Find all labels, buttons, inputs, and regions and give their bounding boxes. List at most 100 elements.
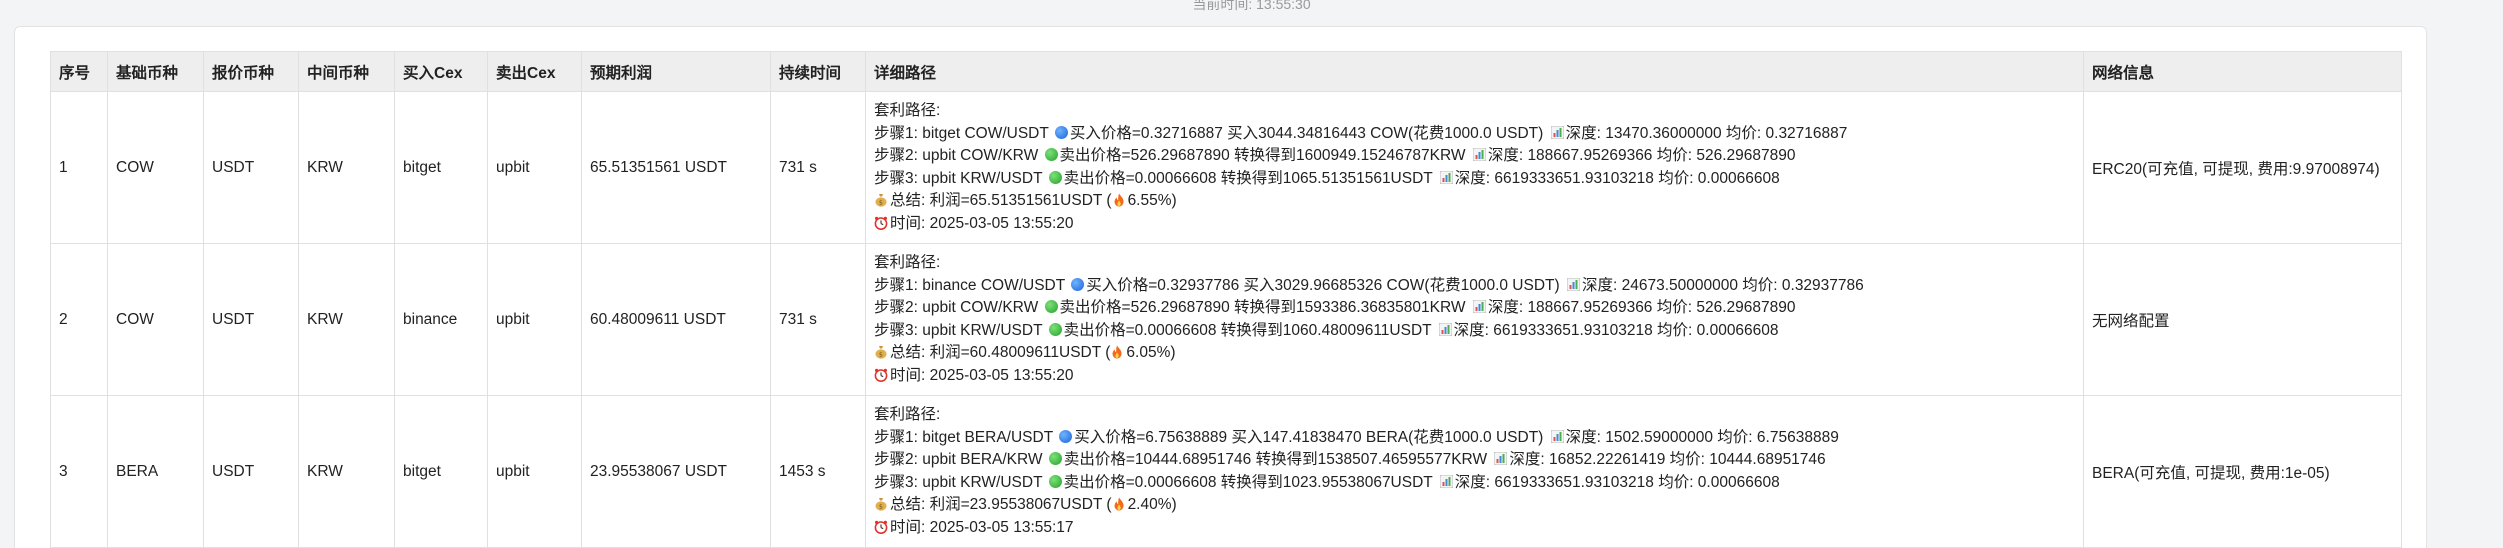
- col-header-middle[interactable]: 中间币种: [298, 51, 395, 92]
- cell-network: ERC20(可充值, 可提现, 费用:9.97008974): [2083, 91, 2402, 244]
- arbitrage-table: 序号 基础币种 报价币种 中间币种 买入Cex 卖出Cex 预期利润 持续时间 …: [50, 51, 2402, 548]
- col-header-duration[interactable]: 持续时间: [770, 51, 866, 92]
- time-text: 时间: 2025-03-05 13:55:17: [890, 518, 1074, 536]
- green-circle-icon: [1048, 452, 1062, 465]
- results-panel: 序号 基础币种 报价币种 中间币种 买入Cex 卖出Cex 预期利润 持续时间 …: [14, 26, 2427, 548]
- cell-profit: 23.95538067 USDT: [581, 395, 771, 548]
- cell-network: 无网络配置: [2083, 243, 2402, 396]
- col-header-index[interactable]: 序号: [50, 51, 108, 92]
- money-bag-icon: $: [875, 498, 887, 511]
- page: 当前时间: 13:55:30 序号 基础币种 报价币种 中间币种 买入Cex 卖…: [0, 0, 2503, 548]
- step-prefix: 步骤3: upbit KRW/USDT: [874, 169, 1047, 187]
- summary-pct: 6.55%): [1127, 192, 1177, 209]
- step-action: 买入价格=0.32716887 买入3044.34816443 COW(花费10…: [1069, 124, 1548, 142]
- path-summary: $ 总结: 利润=65.51351561USDT ( 6.55%): [874, 190, 2075, 213]
- time-text: 时间: 2025-03-05 13:55:20: [890, 214, 1074, 232]
- fire-icon: [1114, 193, 1124, 207]
- path-step-3: 步骤3: upbit KRW/USDT 卖出价格=0.00066608 转换得到…: [874, 168, 2075, 191]
- cell-middle: KRW: [298, 243, 395, 396]
- table-header-row: 序号 基础币种 报价币种 中间币种 买入Cex 卖出Cex 预期利润 持续时间 …: [50, 51, 2402, 92]
- step-action: 卖出价格=526.29687890 转换得到1593386.36835801KR…: [1059, 299, 1470, 316]
- path-step-2: 步骤2: upbit BERA/KRW 卖出价格=10444.68951746 …: [874, 449, 2075, 472]
- path-title: 套利路径:: [874, 102, 941, 119]
- cell-sell-cex: upbit: [487, 243, 582, 396]
- step-action: 卖出价格=0.00066608 转换得到1023.95538067USDT: [1063, 473, 1437, 491]
- step-action: 卖出价格=0.00066608 转换得到1060.48009611USDT: [1063, 321, 1436, 339]
- summary-text: 总结: 利润=60.48009611USDT (: [890, 344, 1111, 361]
- cell-base: COW: [107, 243, 204, 396]
- path-summary: $ 总结: 利润=60.48009611USDT (6.05%): [874, 342, 2075, 365]
- bar-chart-icon: [1550, 125, 1564, 139]
- summary-text: 总结: 利润=23.95538067USDT (: [890, 496, 1112, 513]
- path-step-3: 步骤3: upbit KRW/USDT 卖出价格=0.00066608 转换得到…: [874, 472, 2075, 495]
- bar-chart-icon: [1439, 170, 1453, 184]
- cell-duration: 731 s: [770, 243, 866, 396]
- cell-path: 套利路径: 步骤1: bitget BERA/USDT 买入价格=6.75638…: [865, 395, 2084, 548]
- step-prefix: 步骤2: upbit BERA/KRW: [874, 451, 1047, 468]
- bar-chart-icon: [1566, 277, 1580, 291]
- green-circle-icon: [1048, 170, 1062, 184]
- path-step-1: 步骤1: binance COW/USDT 买入价格=0.32937786 买入…: [874, 275, 2075, 298]
- green-circle-icon: [1048, 474, 1062, 488]
- alarm-clock-icon: [874, 216, 888, 230]
- money-bag-icon: $: [875, 194, 887, 207]
- col-header-path[interactable]: 详细路径: [865, 51, 2084, 92]
- path-summary: $ 总结: 利润=23.95538067USDT (2.40%): [874, 494, 2075, 517]
- step-prefix: 步骤3: upbit KRW/USDT: [874, 321, 1047, 339]
- path-step-2: 步骤2: upbit COW/KRW 卖出价格=526.29687890 转换得…: [874, 297, 2075, 320]
- bar-chart-icon: [1494, 452, 1508, 465]
- cell-base: COW: [107, 91, 204, 244]
- blue-circle-icon: [1054, 125, 1068, 139]
- step-depth: 深度: 6619333651.93103218 均价: 0.00066608: [1453, 321, 1779, 339]
- col-header-base[interactable]: 基础币种: [107, 51, 204, 92]
- cell-base: BERA: [107, 395, 204, 548]
- path-title: 套利路径:: [874, 406, 941, 423]
- step-prefix: 步骤1: bitget BERA/USDT: [874, 428, 1058, 446]
- bar-chart-icon: [1550, 429, 1564, 443]
- cell-duration: 1453 s: [770, 395, 866, 548]
- bar-chart-icon: [1438, 322, 1452, 336]
- cell-quote: USDT: [203, 395, 299, 548]
- green-circle-icon: [1044, 148, 1058, 161]
- step-action: 卖出价格=10444.68951746 转换得到1538507.46595577…: [1063, 451, 1492, 468]
- path-time: 时间: 2025-03-05 13:55:20: [874, 365, 2075, 388]
- bar-chart-icon: [1439, 474, 1453, 488]
- cell-index: 2: [50, 243, 108, 396]
- path-step-3: 步骤3: upbit KRW/USDT 卖出价格=0.00066608 转换得到…: [874, 320, 2075, 343]
- cell-middle: KRW: [298, 395, 395, 548]
- summary-pct: 6.05%): [1126, 344, 1176, 361]
- col-header-buy-cex[interactable]: 买入Cex: [394, 51, 488, 92]
- table-row: 1 COW USDT KRW bitget upbit 65.51351561 …: [50, 91, 2402, 244]
- path-time: 时间: 2025-03-05 13:55:17: [874, 517, 2075, 540]
- step-prefix: 步骤3: upbit KRW/USDT: [874, 473, 1047, 491]
- path-step-2: 步骤2: upbit COW/KRW 卖出价格=526.29687890 转换得…: [874, 145, 2075, 168]
- step-depth: 深度: 6619333651.93103218 均价: 0.00066608: [1454, 169, 1780, 187]
- step-action: 买入价格=6.75638889 买入147.41838470 BERA(花费10…: [1074, 428, 1548, 446]
- green-circle-icon: [1048, 322, 1062, 336]
- time-text: 时间: 2025-03-05 13:55:20: [890, 366, 1074, 384]
- step-prefix: 步骤1: bitget COW/USDT: [874, 124, 1053, 142]
- col-header-profit[interactable]: 预期利润: [581, 51, 771, 92]
- cell-index: 3: [50, 395, 108, 548]
- step-depth: 深度: 1502.59000000 均价: 6.75638889: [1565, 428, 1839, 446]
- svg-text:$: $: [879, 503, 883, 511]
- current-time: 当前时间: 13:55:30: [1192, 0, 1311, 12]
- step-action: 卖出价格=526.29687890 转换得到1600949.15246787KR…: [1059, 147, 1470, 164]
- step-depth: 深度: 24673.50000000 均价: 0.32937786: [1581, 276, 1864, 294]
- col-header-sell-cex[interactable]: 卖出Cex: [487, 51, 582, 92]
- fire-icon: [1114, 497, 1124, 511]
- cell-buy-cex: bitget: [394, 395, 488, 548]
- cell-path: 套利路径: 步骤1: bitget COW/USDT 买入价格=0.327168…: [865, 91, 2084, 244]
- blue-circle-icon: [1059, 429, 1073, 443]
- summary-text: 总结: 利润=65.51351561USDT (: [890, 192, 1112, 209]
- col-header-network[interactable]: 网络信息: [2083, 51, 2402, 92]
- alarm-clock-icon: [874, 520, 888, 534]
- cell-index: 1: [50, 91, 108, 244]
- cell-buy-cex: bitget: [394, 91, 488, 244]
- step-depth: 深度: 188667.95269366 均价: 526.29687890: [1487, 147, 1796, 164]
- step-depth: 深度: 16852.22261419 均价: 10444.68951746: [1509, 451, 1826, 468]
- bar-chart-icon: [1472, 300, 1486, 313]
- cell-profit: 60.48009611 USDT: [581, 243, 771, 396]
- col-header-quote[interactable]: 报价币种: [203, 51, 299, 92]
- cell-quote: USDT: [203, 91, 299, 244]
